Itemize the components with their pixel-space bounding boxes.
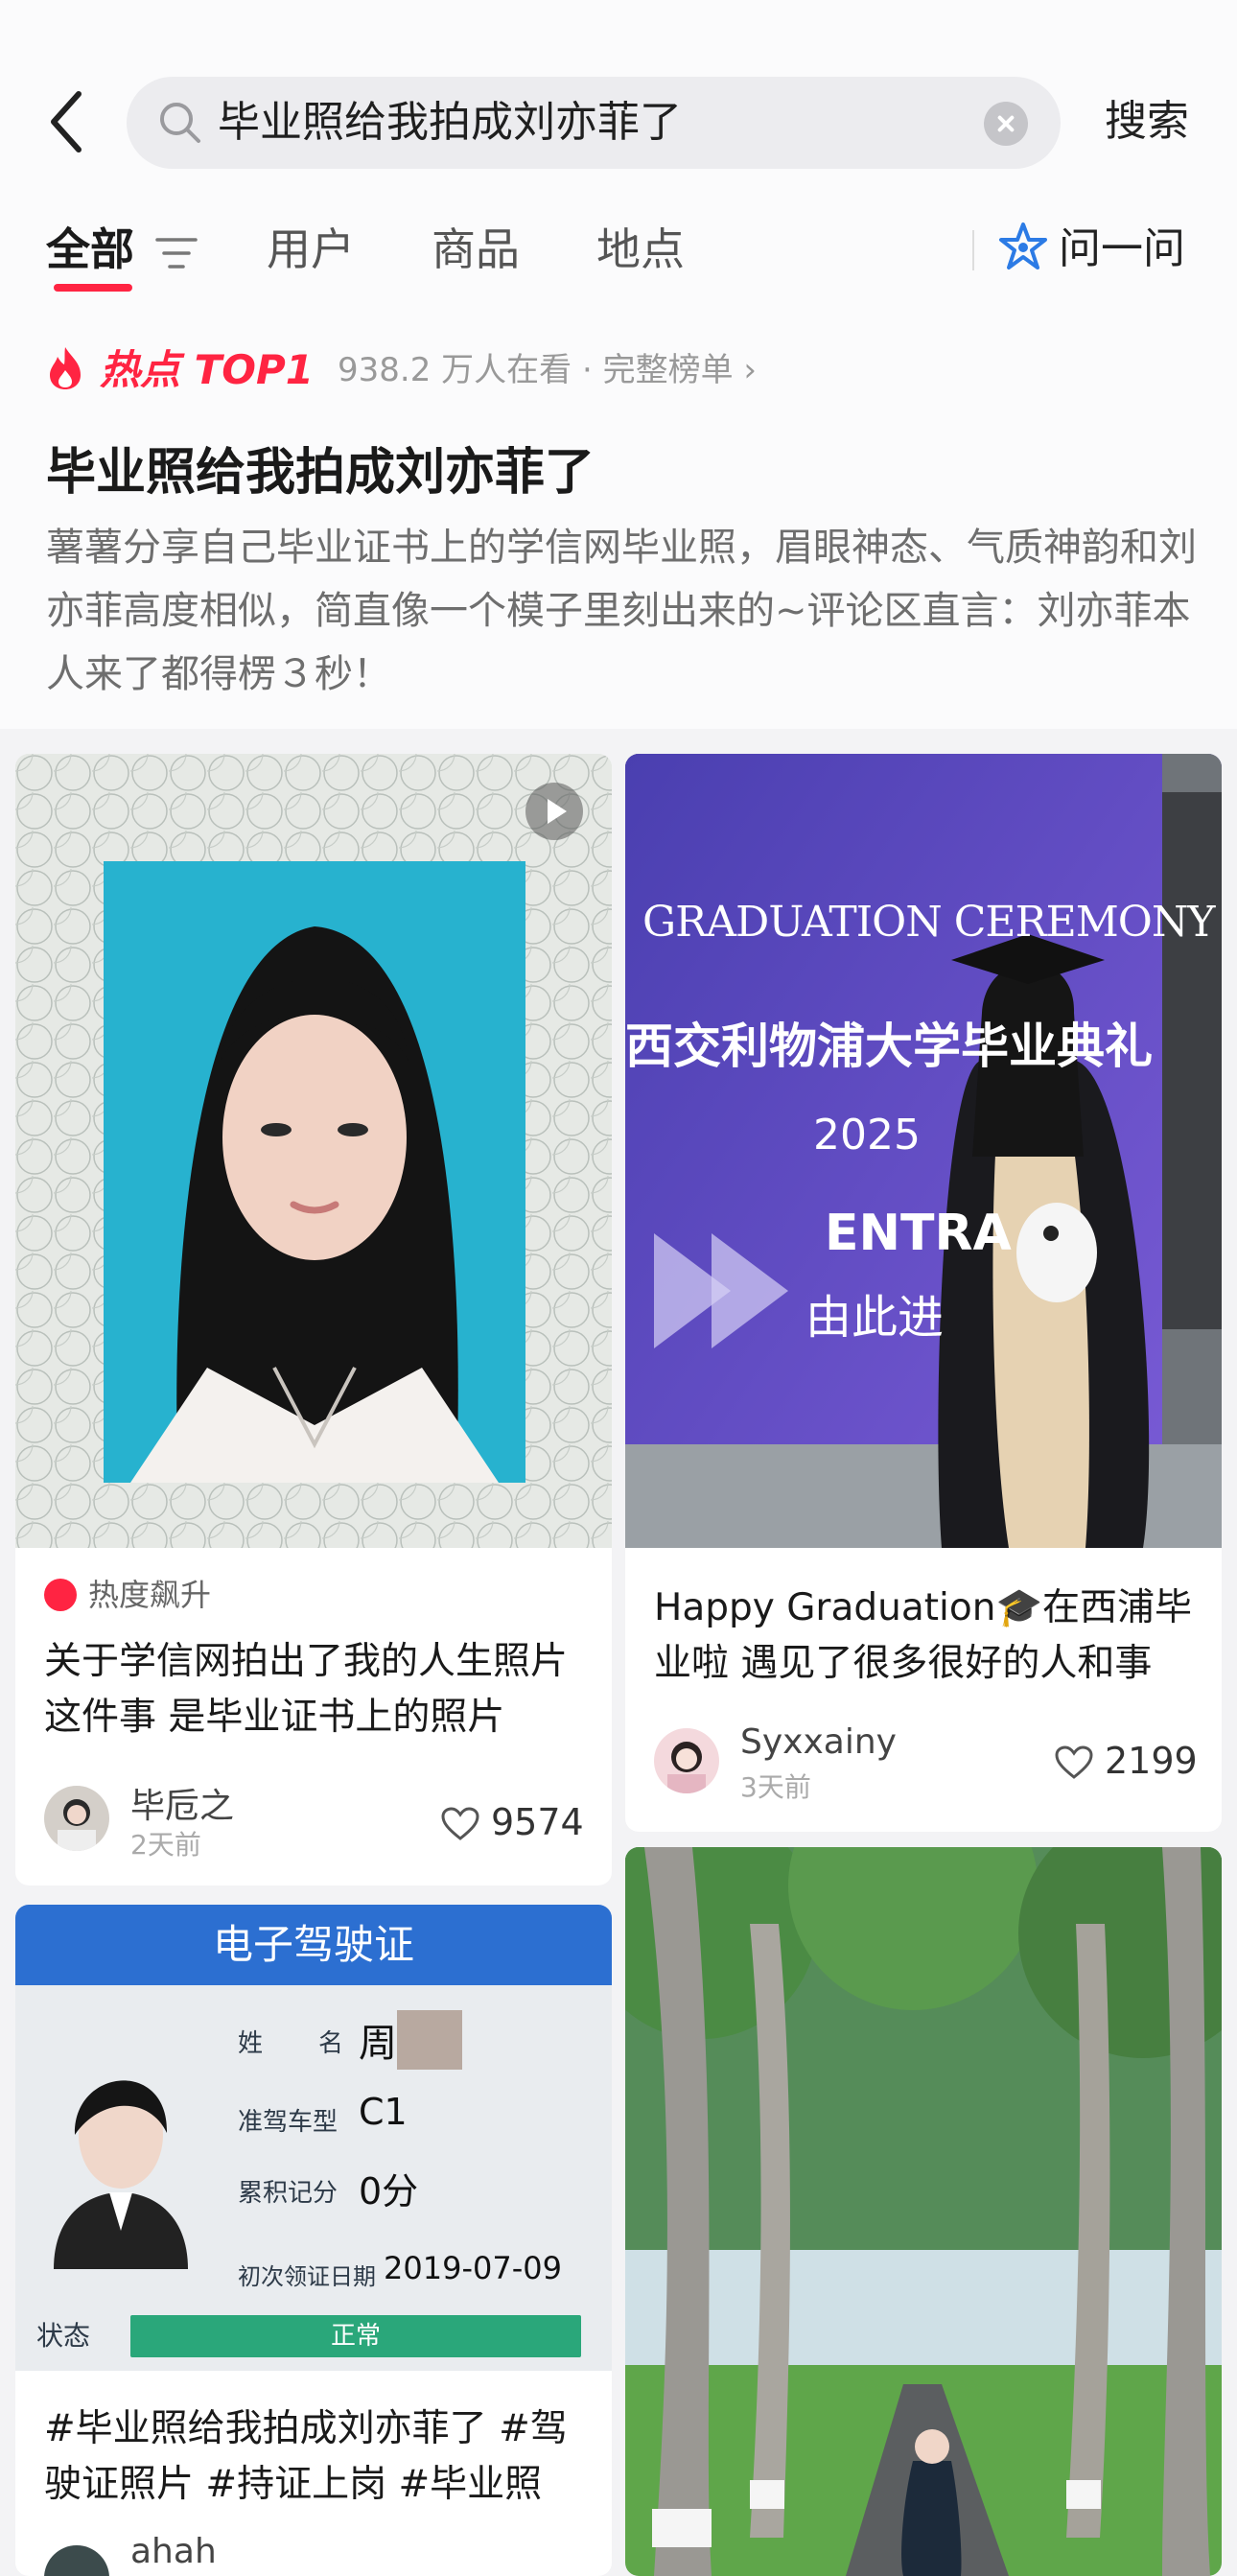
note-title[interactable]: Happy Graduation🎓在西浦毕业啦 遇见了很多很好的人和事: [654, 1581, 1193, 1692]
field-value: 2019-07-09: [384, 2250, 562, 2286]
field-label: 状态: [36, 2320, 91, 2352]
ai-star-icon[interactable]: [997, 221, 1049, 272]
ask-button[interactable]: 问一问: [1059, 211, 1185, 288]
field-label: 姓 名: [238, 2029, 346, 2058]
banner-text: GRADUATION CEREMONY: [642, 898, 1215, 947]
note-cover-image: [15, 754, 612, 1548]
active-tab-indicator: [54, 284, 132, 292]
author-name[interactable]: Syxxainy: [740, 1722, 897, 1762]
note-cover-image: [625, 1847, 1222, 2576]
trending-tag: 热度飙升: [44, 1571, 211, 1619]
field-value: C1: [359, 2091, 408, 2133]
tab-all[interactable]: 全部: [46, 211, 134, 288]
video-play-icon: [525, 783, 583, 840]
avatar[interactable]: [654, 1728, 719, 1793]
field-value: 0分: [359, 2170, 419, 2213]
status-badge: 正常: [330, 2322, 381, 2351]
hot-badge: 热点 TOP1: [100, 346, 314, 393]
tab-users[interactable]: 用户: [267, 211, 355, 288]
filter-icon[interactable]: [155, 236, 198, 270]
license-portrait: [35, 2039, 207, 2269]
search-box[interactable]: 毕业照给我拍成刘亦菲了: [127, 77, 1061, 169]
search-icon: [160, 103, 200, 143]
tab-places[interactable]: 地点: [596, 211, 685, 288]
banner-text: 西交利物浦大学毕业典礼: [625, 1019, 1153, 1074]
note-card[interactable]: [625, 1847, 1222, 2576]
tab-products[interactable]: 商品: [432, 211, 520, 288]
header: 毕业照给我拍成刘亦菲了 搜索 全部 用户 商品 地点 问一问 热点 TOP1 9…: [0, 0, 1237, 729]
field-label: 准驾车型: [238, 2108, 338, 2137]
flame-icon: [44, 1579, 77, 1611]
topic-title[interactable]: 毕业照给我拍成刘亦菲了: [46, 432, 595, 503]
author-name[interactable]: 毕卮之: [130, 1778, 234, 1828]
flame-icon: [50, 347, 81, 389]
author-name[interactable]: ahah: [130, 2532, 217, 2571]
clear-icon[interactable]: [984, 102, 1028, 146]
divider: [972, 230, 974, 270]
note-card[interactable]: 热度飙升 关于学信网拍出了我的人生照片这件事 是毕业证书上的照片 毕卮之 2天前…: [15, 754, 612, 1885]
note-title[interactable]: 关于学信网拍出了我的人生照片这件事 是毕业证书上的照片: [44, 1634, 583, 1745]
note-title[interactable]: #毕业照给我拍成刘亦菲了 #驾驶证照片 #持证上岗 #毕业照: [44, 2401, 583, 2513]
note-card[interactable]: 电子驾驶证 姓 名 周 准驾车型 C1 累积记分 0分 初次领证日期 2019-…: [15, 1905, 612, 2576]
license-header: 电子驾驶证: [212, 1921, 414, 1968]
topic-description: 薯薯分享自己毕业证书上的学信网毕业照，眉眼神态、气质神韵和刘亦菲高度相似，简直像…: [46, 526, 1197, 696]
back-arrow-icon[interactable]: [40, 88, 98, 155]
field-value: 周: [359, 2022, 397, 2066]
banner-text: 由此进: [805, 1291, 945, 1345]
post-time: 3天前: [740, 1771, 811, 1803]
note-cover-image: GRADUATION CEREMONY 西交利物浦大学毕业典礼 2025 ENT…: [625, 754, 1222, 1548]
tree-avenue-photo-illustration: [625, 1847, 1222, 2576]
search-input[interactable]: 毕业照给我拍成刘亦菲了: [218, 77, 682, 169]
field-label: 初次领证日期: [238, 2263, 376, 2290]
graduation-photo-illustration: [625, 754, 1222, 1548]
heart-icon[interactable]: [1055, 1745, 1093, 1780]
heart-icon[interactable]: [441, 1807, 479, 1841]
avatar[interactable]: [44, 2545, 109, 2576]
id-photo-illustration: [15, 754, 612, 1548]
banner-text: 2025: [813, 1111, 921, 1159]
hot-topic-row[interactable]: 热点 TOP1 938.2 万人在看 · 完整榜单 ›: [46, 341, 775, 399]
note-cover-image: 电子驾驶证 姓 名 周 准驾车型 C1 累积记分 0分 初次领证日期 2019-…: [15, 1905, 612, 2371]
hot-meta-link[interactable]: 938.2 万人在看 · 完整榜单 ›: [338, 341, 757, 399]
post-time: 2天前: [130, 1829, 201, 1861]
avatar[interactable]: [44, 1786, 109, 1851]
search-button[interactable]: 搜索: [1105, 88, 1189, 155]
banner-text: ENTRA: [825, 1205, 1012, 1262]
redaction-patch: [397, 2010, 462, 2070]
like-count: 9574: [491, 1801, 584, 1843]
field-label: 累积记分: [238, 2179, 338, 2208]
like-count: 2199: [1105, 1740, 1198, 1782]
note-card[interactable]: GRADUATION CEREMONY 西交利物浦大学毕业典礼 2025 ENT…: [625, 754, 1222, 1832]
